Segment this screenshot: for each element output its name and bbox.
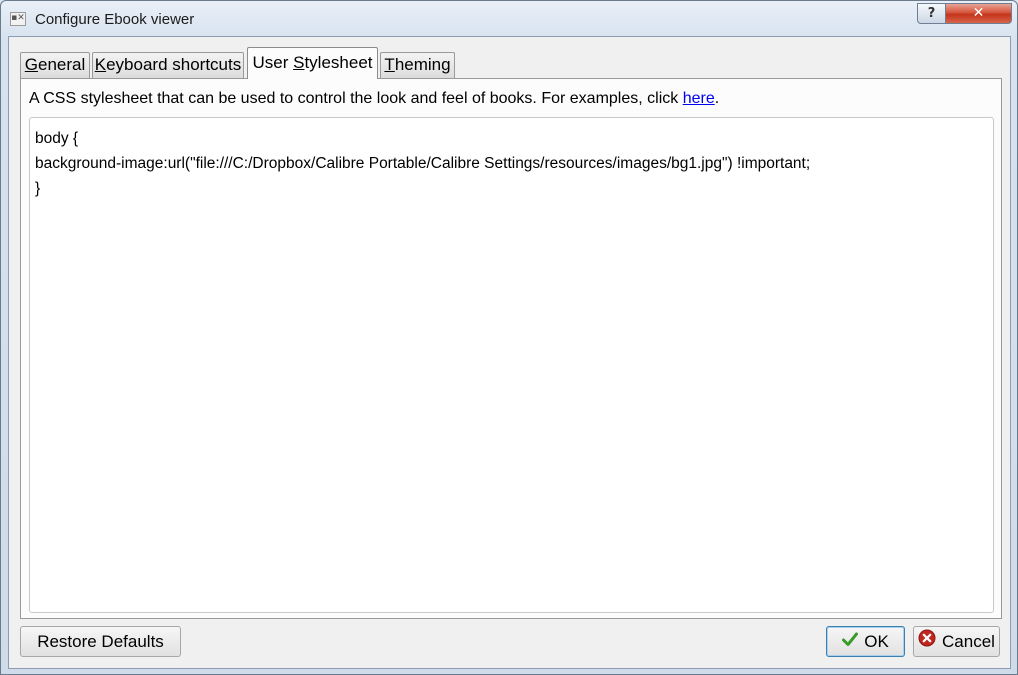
dialog-body: General Keyboard shortcuts User Styleshe… (8, 36, 1011, 669)
tab-theming[interactable]: Theming (380, 52, 455, 78)
tab-mnemonic: G (24, 55, 38, 74)
tab-mnemonic: K (94, 55, 107, 74)
tab-general[interactable]: General (20, 52, 90, 78)
ok-button[interactable]: OK (826, 626, 905, 657)
description-end: . (714, 90, 720, 107)
tab-label-part: eyboard shortcuts (106, 55, 242, 74)
ok-label: OK (864, 632, 889, 651)
cancel-label: Cancel (942, 632, 995, 651)
tab-label-part: heming (394, 55, 451, 74)
dialog-window: ▪✕ Configure Ebook viewer ? ✕ General Ke… (0, 0, 1018, 675)
checkmark-icon (842, 627, 859, 656)
help-button[interactable]: ? (917, 3, 946, 24)
stylesheet-description: A CSS stylesheet that can be used to con… (29, 90, 719, 108)
tab-label-part: tylesheet (304, 53, 373, 72)
description-text: A CSS stylesheet that can be used to con… (29, 90, 683, 107)
app-icon: ▪✕ (10, 12, 26, 26)
tab-label-part: User (252, 53, 294, 72)
stylesheet-editor[interactable]: body { background-image:url("file:///C:/… (29, 117, 994, 613)
title-bar[interactable]: ▪✕ Configure Ebook viewer ? ✕ (1, 1, 1017, 37)
user-stylesheet-panel: A CSS stylesheet that can be used to con… (20, 78, 1002, 619)
tab-user-stylesheet[interactable]: User Stylesheet (247, 47, 378, 79)
code-line: body { (35, 130, 79, 147)
code-line: } (35, 180, 41, 197)
code-line: background-image:url("file:///C:/Dropbox… (35, 155, 811, 172)
tab-label-part: eneral (37, 55, 86, 74)
examples-link[interactable]: here (683, 90, 715, 107)
tab-keyboard-shortcuts[interactable]: Keyboard shortcuts (92, 52, 244, 78)
cancel-button[interactable]: Cancel (913, 626, 1000, 657)
restore-defaults-button[interactable]: Restore Defaults (20, 626, 181, 657)
tab-mnemonic: T (384, 55, 395, 74)
close-button[interactable]: ✕ (945, 3, 1012, 24)
cancel-icon (918, 627, 936, 656)
window-title: Configure Ebook viewer (35, 11, 195, 28)
tab-mnemonic: S (293, 53, 305, 72)
